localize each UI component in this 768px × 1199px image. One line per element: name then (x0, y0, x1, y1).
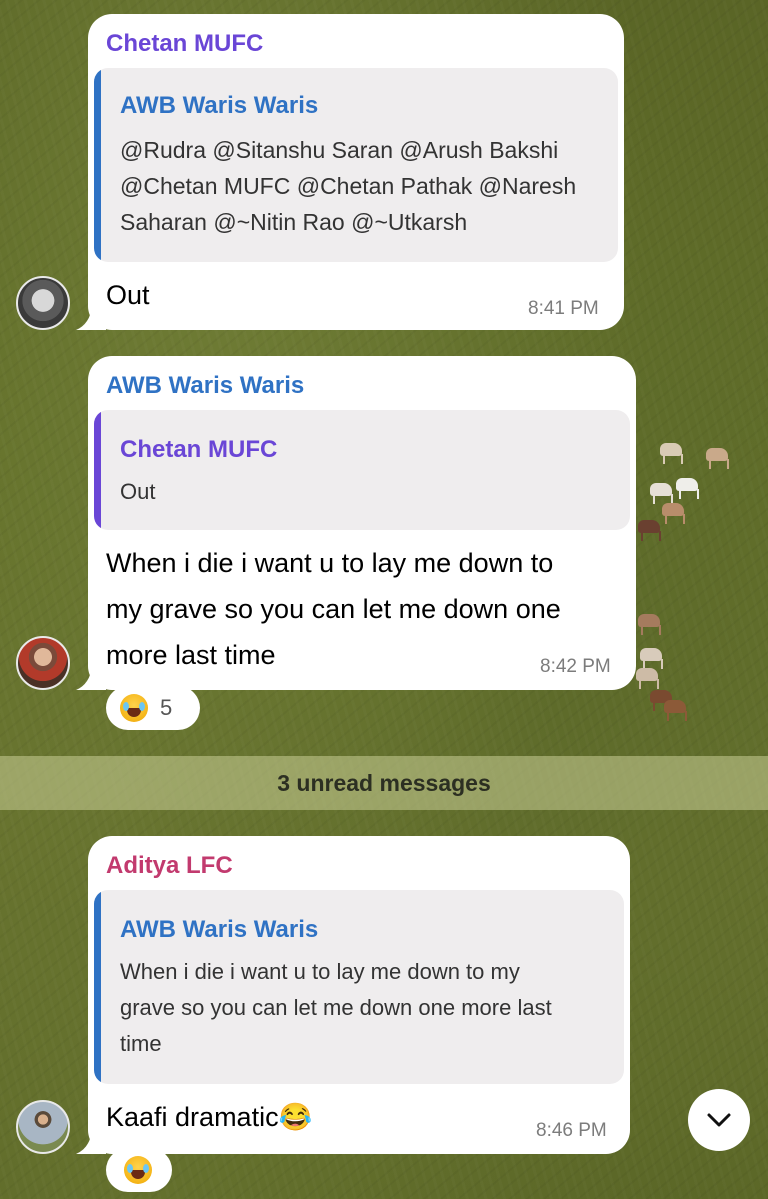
sender-avatar[interactable] (16, 1100, 70, 1154)
reaction-chip[interactable] (106, 1148, 172, 1192)
chevron-down-icon (707, 1113, 731, 1127)
message-text-line: When i die i want u to lay me down to (106, 548, 554, 578)
quote-text-line: Out (120, 479, 156, 504)
sender-name[interactable]: Chetan MUFC (106, 30, 263, 58)
quote-text-line: @Chetan MUFC @Chetan Pathak @Naresh (120, 173, 577, 199)
reaction-chip[interactable]: 5 (106, 686, 200, 730)
message-text: Kaafi dramatic😂 (106, 1102, 313, 1132)
reaction-count: 5 (160, 695, 173, 720)
message-bubble[interactable]: Chetan MUFC AWB Waris Waris @Rudra @Sita… (88, 14, 624, 330)
message-bubble[interactable]: AWB Waris Waris Chetan MUFC Out When i d… (88, 356, 636, 690)
joy-emoji-icon (120, 694, 148, 722)
quote-sender-name: AWB Waris Waris (120, 92, 319, 119)
message-text: Out (106, 280, 150, 310)
sender-avatar[interactable] (16, 636, 70, 690)
sender-avatar[interactable] (16, 276, 70, 330)
quote-text-line: Saharan @~Nitin Rao @~Utkarsh (120, 209, 468, 235)
quote-text-line: When i die i want u to lay me down to my (120, 959, 520, 984)
message-text-line: my grave so you can let me down one (106, 594, 561, 624)
quote-text-line: grave so you can let me down one more la… (120, 995, 552, 1020)
quote-accent-bar (94, 410, 101, 530)
sender-name[interactable]: Aditya LFC (106, 852, 233, 880)
quote-sender-name: AWB Waris Waris (120, 916, 319, 943)
quote-accent-bar (94, 68, 101, 262)
reply-quote[interactable]: AWB Waris Waris @Rudra @Sitanshu Saran @… (94, 68, 618, 262)
quote-text-line: time (120, 1031, 162, 1056)
quote-text-line: @Rudra @Sitanshu Saran @Arush Bakshi (120, 137, 559, 163)
message-time: 8:41 PM (528, 298, 599, 319)
scroll-to-bottom-button[interactable] (688, 1089, 750, 1151)
joy-emoji-icon (124, 1156, 152, 1184)
reply-quote[interactable]: Chetan MUFC Out (94, 410, 630, 530)
quote-sender-name: Chetan MUFC (120, 436, 278, 463)
message-bubble[interactable]: Aditya LFC AWB Waris Waris When i die i … (88, 836, 630, 1154)
reply-quote[interactable]: AWB Waris Waris When i die i want u to l… (94, 890, 624, 1084)
unread-divider: 3 unread messages (0, 756, 768, 810)
sender-name[interactable]: AWB Waris Waris (106, 372, 304, 400)
message-text-line: more last time (106, 640, 276, 670)
message-time: 8:46 PM (536, 1120, 607, 1141)
quote-accent-bar (94, 890, 101, 1084)
message-time: 8:42 PM (540, 656, 611, 677)
